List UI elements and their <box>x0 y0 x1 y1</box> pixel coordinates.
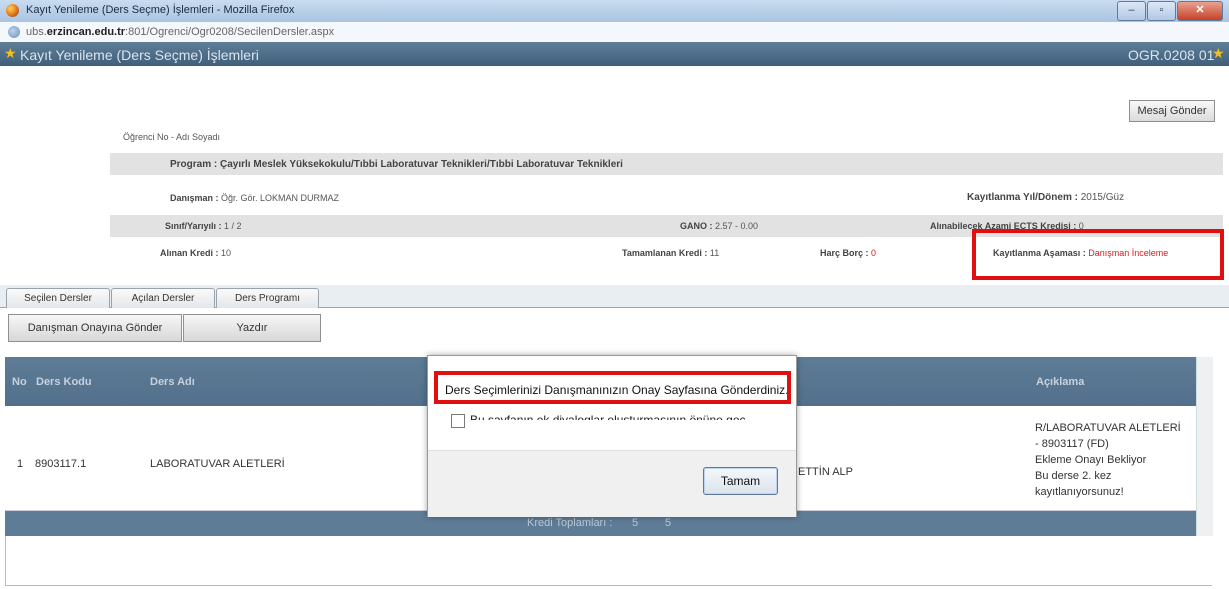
window-titlebar: Kayıt Yenileme (Ders Seçme) İşlemleri - … <box>0 0 1229 23</box>
page-code: OGR.0208 01 <box>1128 47 1215 63</box>
star-icon: ★ <box>4 45 17 61</box>
grid-scrollbar[interactable] <box>1196 357 1213 536</box>
row-aciklama-3: Ekleme Onayı Bekliyor <box>1035 454 1147 466</box>
row-aciklama-2: - 8903117 (FD) <box>1035 438 1109 450</box>
tab-secilen-dersler[interactable]: Seçilen Dersler <box>6 288 110 308</box>
favorite-star-icon[interactable]: ★ <box>1212 45 1225 62</box>
row-ders-adi: LABORATUVAR ALETLERİ <box>150 458 285 470</box>
harc-borc-row: Harç Borç : 0 <box>820 248 877 258</box>
url-text: ubs.erzincan.edu.tr:801/Ogrenci/Ogr0208/… <box>26 26 335 38</box>
content-border <box>5 536 6 586</box>
status-highlight-box <box>972 229 1224 280</box>
send-message-button[interactable]: Mesaj Gönder <box>1129 100 1215 122</box>
tab-ders-programi[interactable]: Ders Programı <box>216 288 319 308</box>
row-aciklama-1: R/LABORATUVAR ALETLERİ <box>1035 422 1181 434</box>
row-aciklama-5: kayıtlanıyorsunuz! <box>1035 486 1124 498</box>
send-to-advisor-button[interactable]: Danışman Onayına Gönder <box>8 314 182 342</box>
student-label: Öğrenci No - Adı Soyadı <box>123 132 221 142</box>
address-bar[interactable]: ubs.erzincan.edu.tr:801/Ogrenci/Ogr0208/… <box>0 22 1229 43</box>
alinan-kredi-row: Alınan Kredi : 10 <box>160 248 232 258</box>
col-ders-kodu: Ders Kodu <box>36 376 92 388</box>
print-button[interactable]: Yazdır <box>183 314 321 342</box>
maximize-button[interactable]: ▫ <box>1147 1 1176 21</box>
globe-icon <box>8 26 20 38</box>
tamamlanan-kredi-row: Tamamlanan Kredi : 11 <box>622 248 720 258</box>
col-aciklama: Açıklama <box>1036 376 1085 388</box>
credit-totals-label: Kredi Toplamları : <box>527 517 613 529</box>
kayit-yil-row: Kayıtlanma Yıl/Dönem : 2015/Güz <box>967 192 1125 203</box>
firefox-icon <box>6 4 19 17</box>
window-title: Kayıt Yenileme (Ders Seçme) İşlemleri - … <box>26 4 295 16</box>
credit-total-2: 5 <box>665 517 672 529</box>
sinif-row: Sınıf/Yarıyılı : 1 / 2 <box>165 221 242 231</box>
row-ders-kodu: 8903117.1 <box>35 458 87 470</box>
suppress-dialogs-label[interactable]: Bu sayfanın ek diyaloglar oluşturmasının… <box>470 409 746 420</box>
page-title: Kayıt Yenileme (Ders Seçme) İşlemleri <box>20 47 259 63</box>
tab-acilan-dersler[interactable]: Açılan Dersler <box>111 288 215 308</box>
close-button[interactable]: ✕ <box>1177 1 1223 21</box>
suppress-dialogs-checkbox[interactable] <box>451 414 465 428</box>
row-no: 1 <box>17 458 24 470</box>
content-border-bottom <box>5 585 1212 586</box>
col-ders-adi: Ders Adı <box>150 376 195 388</box>
ok-button[interactable]: Tamam <box>703 467 778 495</box>
minimize-button[interactable]: – <box>1117 1 1146 21</box>
row-ogretim-uyesi: ETTİN ALP <box>798 466 854 478</box>
col-no: No <box>12 376 27 388</box>
danisman-row: Danışman : Öğr. Gör. LOKMAN DURMAZ <box>170 193 340 203</box>
window-controls: – ▫ ✕ <box>1116 1 1223 21</box>
app-header: ★ Kayıt Yenileme (Ders Seçme) İşlemleri … <box>0 42 1229 66</box>
gano-row: GANO : 2.57 - 0.00 <box>680 221 759 231</box>
message-highlight-box <box>434 371 791 404</box>
program-row: Program : Çayırlı Meslek Yüksekokulu/Tıb… <box>170 159 623 170</box>
row-aciklama-4: Bu derse 2. kez <box>1035 470 1112 482</box>
credit-total-1: 5 <box>632 517 639 529</box>
